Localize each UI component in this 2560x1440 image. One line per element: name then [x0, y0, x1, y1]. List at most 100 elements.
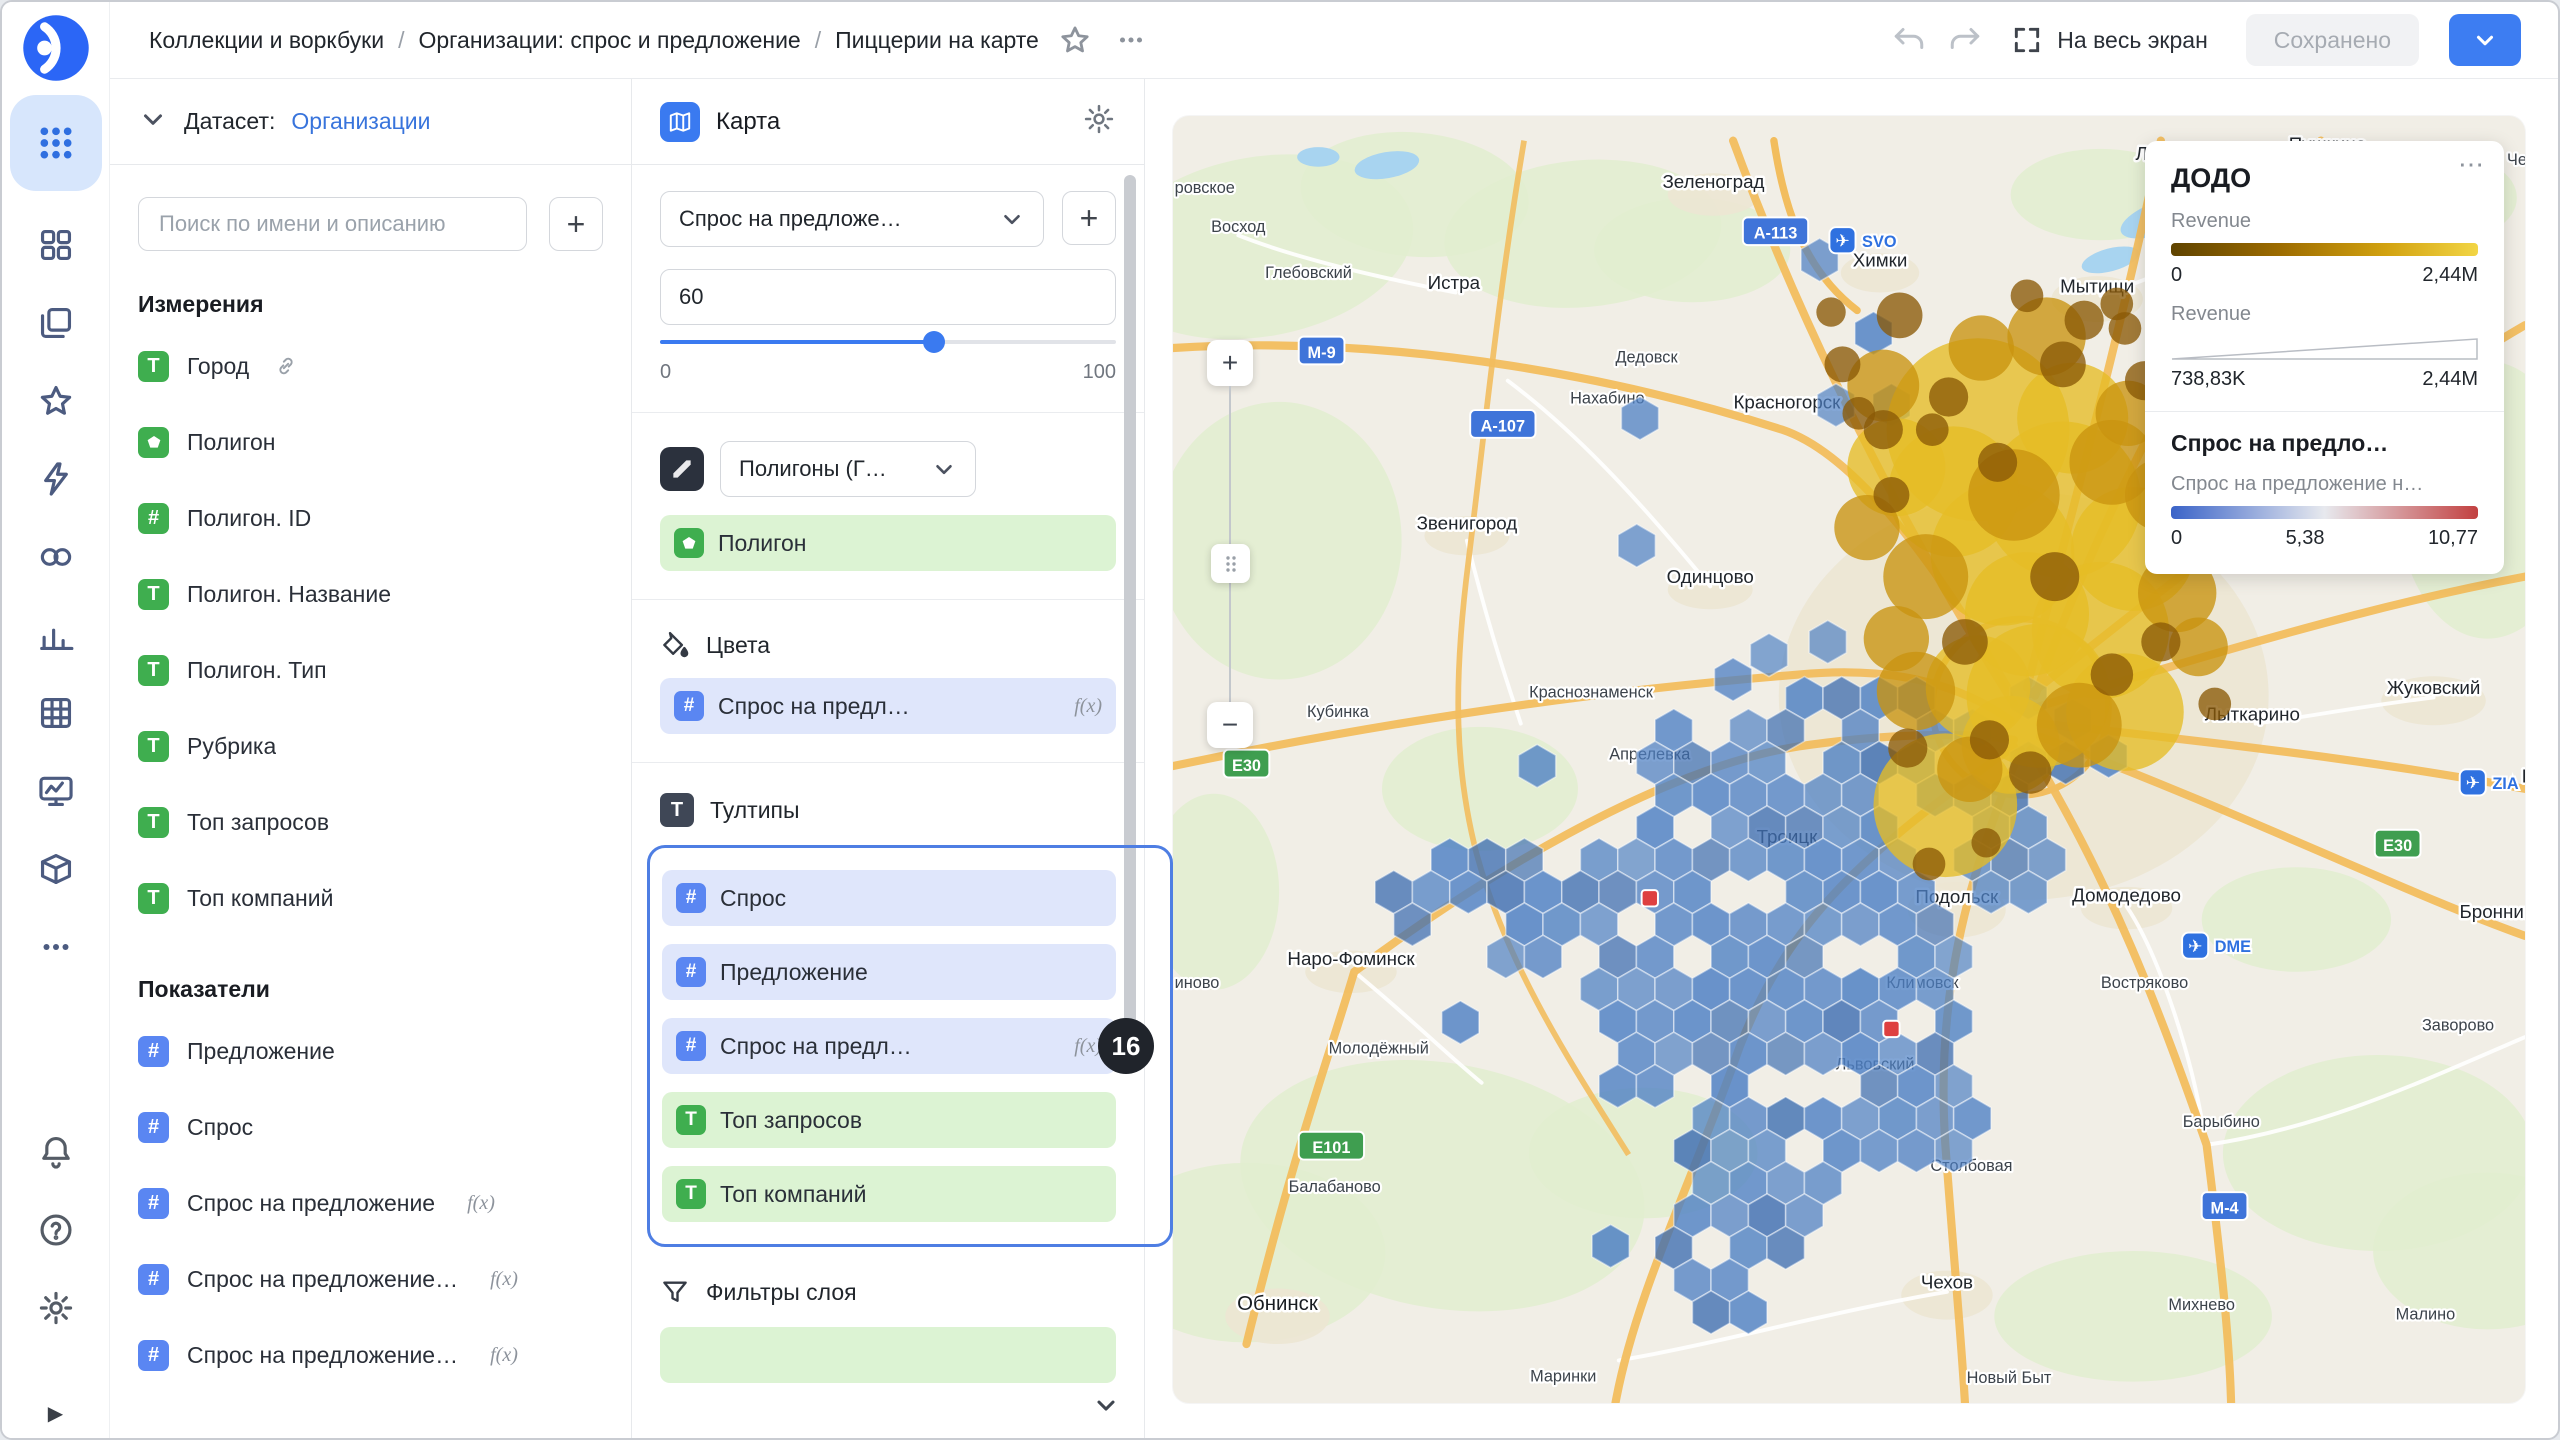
- chevron-down-icon: [931, 456, 957, 482]
- notifications-icon[interactable]: [36, 1132, 76, 1172]
- dataset-name-link[interactable]: Организации: [291, 108, 430, 135]
- revenue-bubble: [2040, 341, 2086, 387]
- chevron-down-icon: [2472, 27, 2498, 53]
- collections-icon[interactable]: [36, 303, 76, 343]
- svg-text:А-107: А-107: [1481, 417, 1525, 435]
- monitoring-icon[interactable]: [36, 771, 76, 811]
- zoom-out-button[interactable]: −: [1207, 702, 1253, 748]
- settings-icon[interactable]: [36, 1288, 76, 1328]
- dataset-field-row[interactable]: TТоп компаний: [138, 860, 603, 936]
- expand-panel-icon[interactable]: ▶: [2, 1401, 109, 1426]
- dataset-field-row[interactable]: #Предложение: [138, 1013, 603, 1089]
- add-layer-button[interactable]: +: [1062, 191, 1116, 245]
- dataset-field-row[interactable]: #Спрос на предложение…f(x): [138, 1317, 603, 1393]
- revenue-bubble: [2100, 288, 2133, 321]
- tables-icon[interactable]: [36, 693, 76, 733]
- svg-text:✈: ✈: [2466, 774, 2480, 794]
- field-chip[interactable]: Полигон: [660, 515, 1116, 571]
- revenue-bubble: [1825, 346, 1861, 382]
- redo-icon[interactable]: [1945, 20, 1985, 60]
- map-label: Востряково: [2101, 974, 2188, 992]
- legend-menu-icon[interactable]: ⋯: [2458, 149, 2486, 180]
- road-shield: Е30: [2375, 830, 2421, 858]
- save-dropdown-button[interactable]: [2449, 14, 2521, 66]
- chart-settings-header: Карта: [632, 79, 1144, 165]
- charts-icon[interactable]: [36, 615, 76, 655]
- field-search-input[interactable]: [138, 197, 527, 251]
- geotype-select-dropdown[interactable]: Полигоны (Г…: [720, 441, 976, 497]
- airport-code-label: SVO: [1862, 233, 1896, 251]
- dataset-field-row[interactable]: TТоп запросов: [138, 784, 603, 860]
- fullscreen-button[interactable]: На весь экран: [2011, 24, 2208, 56]
- saved-button[interactable]: Сохранено: [2246, 14, 2419, 66]
- map-label: Черн: [2507, 151, 2525, 169]
- breadcrumb-item[interactable]: Коллекции и воркбуки: [149, 27, 384, 54]
- zoom-in-button[interactable]: +: [1207, 340, 1253, 386]
- dataset-panel-header[interactable]: Датасет: Организации: [110, 79, 631, 165]
- field-chip[interactable]: TТоп запросов: [662, 1092, 1116, 1148]
- more-menu-icon[interactable]: [1111, 20, 1151, 60]
- dataset-field-row[interactable]: TГород: [138, 328, 603, 404]
- field-chip[interactable]: #Спрос на предл…f(x): [662, 1018, 1116, 1074]
- add-field-button[interactable]: +: [549, 197, 603, 251]
- revenue-bubble: [1978, 443, 2017, 482]
- map-label: Химки: [1853, 249, 1908, 270]
- connections-icon[interactable]: [36, 537, 76, 577]
- layer-select-dropdown[interactable]: Спрос на предложе…: [660, 191, 1044, 247]
- map-label: Дедовск: [1615, 349, 1678, 367]
- dataset-field-row[interactable]: #Спрос: [138, 1089, 603, 1165]
- dataset-panel: Датасет: Организации + Измерения TГородП…: [110, 79, 632, 1438]
- svg-text:Е30: Е30: [2383, 837, 2412, 855]
- tooltips-section-header: T Тултипы: [660, 793, 1116, 827]
- revenue-bubble: [1971, 828, 2000, 857]
- layer-filters-title: Фильтры слоя: [706, 1279, 857, 1306]
- field-chip[interactable]: TТоп компаний: [662, 1166, 1116, 1222]
- quick-actions-icon[interactable]: [36, 459, 76, 499]
- chip-label: Спрос на предл…: [720, 1033, 912, 1060]
- scroll-down-icon[interactable]: [1092, 1391, 1120, 1424]
- gear-icon[interactable]: [1082, 102, 1116, 141]
- revenue-bubble: [1929, 377, 1968, 416]
- dataset-field-row[interactable]: #Спрос на предложениеf(x): [138, 1165, 603, 1241]
- dataset-field-row[interactable]: TПолигон. Название: [138, 556, 603, 632]
- dataset-field-row[interactable]: #Спрос на предложение…f(x): [138, 1241, 603, 1317]
- map-label: Обнинск: [1237, 1293, 1319, 1315]
- field-chip[interactable]: #Спрос: [662, 870, 1116, 926]
- chevron-down-icon[interactable]: [138, 104, 168, 139]
- opacity-slider[interactable]: [660, 331, 1116, 353]
- geolayer-type-icon[interactable]: [660, 447, 704, 491]
- datalens-logo[interactable]: [20, 12, 92, 89]
- apps-grid-button[interactable]: [10, 95, 102, 191]
- field-chip[interactable]: #Спрос на предл…f(x): [660, 678, 1116, 734]
- field-label: Полигон: [187, 429, 275, 456]
- storage-icon[interactable]: [36, 849, 76, 889]
- map-visualization-icon[interactable]: [660, 102, 700, 142]
- breadcrumb-item[interactable]: Пиццерии на карте: [835, 27, 1039, 54]
- opacity-value-input[interactable]: 60: [660, 269, 1116, 325]
- help-icon[interactable]: [36, 1210, 76, 1250]
- field-label: Полигон. Название: [187, 581, 391, 608]
- opacity-slider-knob[interactable]: [923, 331, 945, 353]
- field-label: Спрос на предложение: [187, 1190, 435, 1217]
- favorite-star-icon[interactable]: [1055, 20, 1095, 60]
- slider-max-label: 100: [1083, 361, 1116, 384]
- map-label: Жуковский: [2387, 677, 2481, 698]
- revenue-bubble: [1816, 297, 1845, 326]
- funnel-icon: [660, 1277, 690, 1307]
- revenue-bubble: [1877, 293, 1923, 339]
- widgets-icon[interactable]: [36, 225, 76, 265]
- layer-filter-chip[interactable]: [660, 1327, 1116, 1383]
- dataset-field-row[interactable]: TПолигон. Тип: [138, 632, 603, 708]
- dataset-field-row[interactable]: Полигон: [138, 404, 603, 480]
- undo-icon[interactable]: [1889, 20, 1929, 60]
- dataset-field-row[interactable]: #Полигон. ID: [138, 480, 603, 556]
- dataset-field-row[interactable]: TРубрика: [138, 708, 603, 784]
- svg-text:М-9: М-9: [1308, 344, 1336, 362]
- revenue-bubble: [2141, 622, 2180, 661]
- zoom-slider-thumb[interactable]: [1211, 544, 1250, 583]
- field-chip[interactable]: #Предложение: [662, 944, 1116, 1000]
- breadcrumb-item[interactable]: Организации: спрос и предложение: [418, 27, 800, 54]
- favorites-icon[interactable]: [36, 381, 76, 421]
- field-label: Топ компаний: [187, 885, 333, 912]
- more-icon[interactable]: [36, 927, 76, 967]
